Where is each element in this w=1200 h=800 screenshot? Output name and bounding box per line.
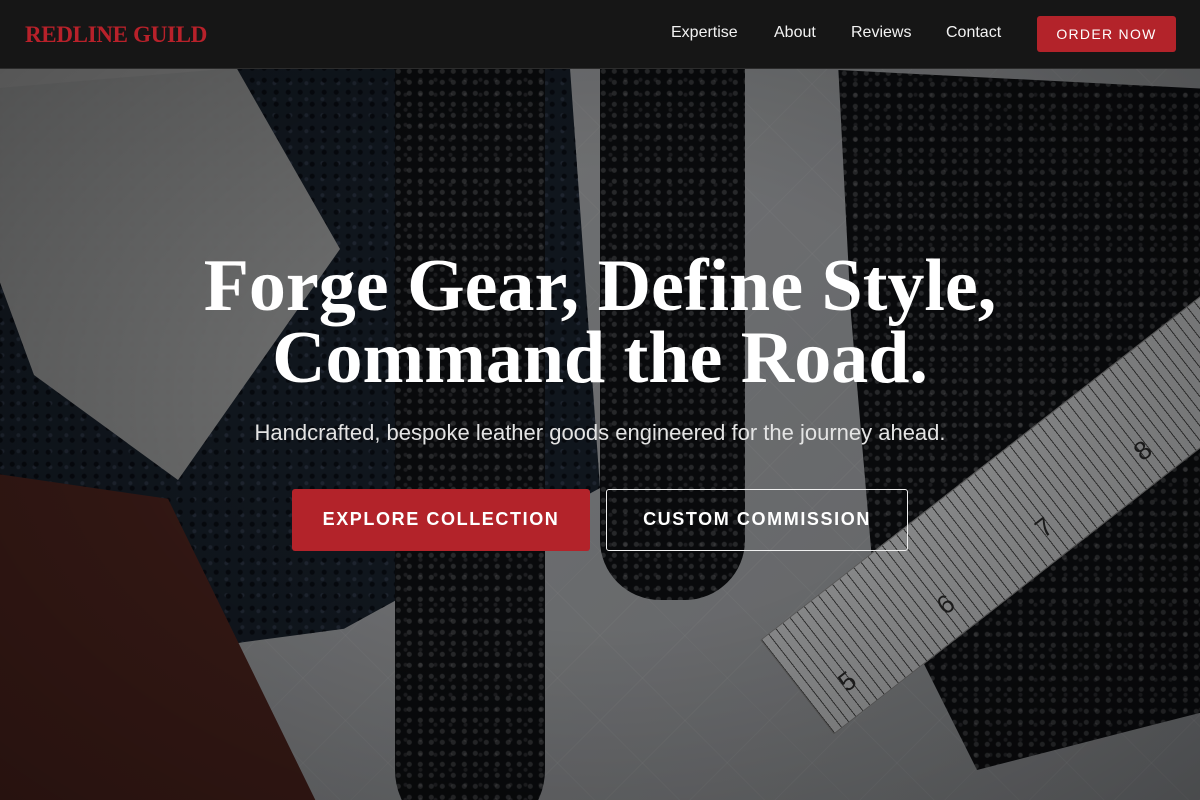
top-navbar: REDLINE GUILD Expertise About Reviews Co… bbox=[0, 0, 1200, 69]
order-now-button[interactable]: ORDER NOW bbox=[1037, 16, 1176, 52]
nav-link-expertise[interactable]: Expertise bbox=[671, 24, 738, 42]
brand-logo[interactable]: REDLINE GUILD bbox=[25, 22, 207, 48]
nav-link-reviews[interactable]: Reviews bbox=[851, 24, 911, 42]
explore-collection-button[interactable]: EXPLORE COLLECTION bbox=[292, 489, 590, 551]
custom-commission-button[interactable]: CUSTOM COMMISSION bbox=[606, 489, 908, 551]
nav-link-about[interactable]: About bbox=[774, 24, 816, 42]
headline-line: Command the Road. bbox=[272, 317, 928, 399]
nav-link-contact[interactable]: Contact bbox=[946, 24, 1001, 42]
vignette-overlay bbox=[0, 0, 1200, 800]
headline-line: Forge Gear, Define Style, bbox=[203, 245, 997, 327]
hero-subheadline: Handcrafted, bespoke leather goods engin… bbox=[254, 420, 946, 445]
hero-headline: Forge Gear, Define Style, Command the Ro… bbox=[0, 245, 1200, 399]
hero-background-image: 5 6 7 8 9 bbox=[0, 0, 1200, 800]
